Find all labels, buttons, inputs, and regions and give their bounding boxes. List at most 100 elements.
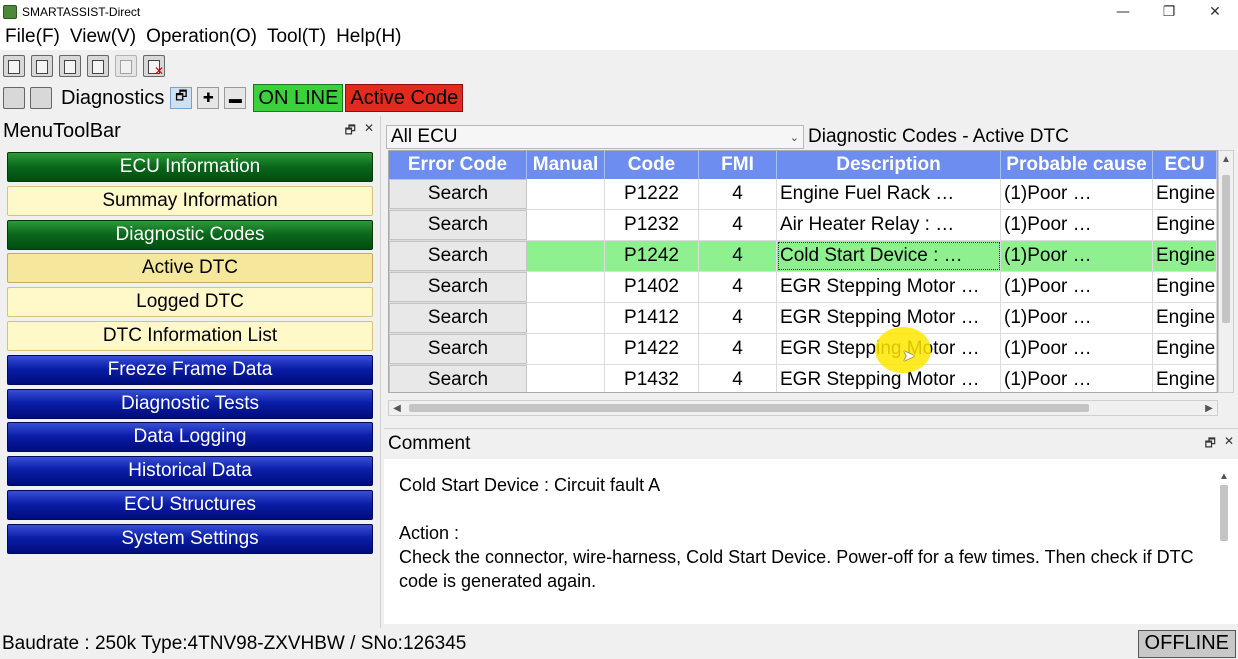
minimize-button[interactable]: — <box>1100 0 1146 24</box>
status-text: Baudrate : 250k Type:4TNV98-ZXVHBW / SNo… <box>2 632 467 654</box>
grid-body: Search P1222 4 Engine Fuel Rack … (1)Poor … E… <box>389 179 1217 392</box>
panel-controls: 🗗 ✕ <box>345 121 374 142</box>
column-header-fmi[interactable]: FMI <box>699 151 777 179</box>
grid-vertical-scrollbar[interactable]: ▲ <box>1218 150 1234 393</box>
cell-ecu: Engine <box>1153 334 1217 364</box>
menu-item-diagnostic-tests[interactable]: Diagnostic Tests <box>7 388 373 419</box>
menu-help[interactable]: Help(H) <box>331 26 406 48</box>
search-button[interactable]: Search <box>389 272 527 302</box>
cell-ecu: Engine <box>1153 272 1217 302</box>
menu-tool[interactable]: Tool(T) <box>262 26 331 48</box>
search-button[interactable]: Search <box>389 210 527 240</box>
app-window: SMARTASSIST-Direct — ❐ ✕ File(F) View(V)… <box>0 0 1238 659</box>
delete-icon[interactable] <box>143 55 165 78</box>
cell-manual <box>527 365 605 392</box>
menu-operation[interactable]: Operation(O) <box>141 26 262 48</box>
scroll-right-icon[interactable]: ▶ <box>1201 401 1217 415</box>
comment-panel: Comment 🗗 ✕ Cold Start Device : Circuit … <box>384 428 1238 624</box>
cell-manual <box>527 241 605 271</box>
grid-horizontal-scrollbar[interactable]: ◀ ▶ <box>388 400 1218 416</box>
table-row[interactable]: Search P1222 4 Engine Fuel Rack … (1)Poor … E… <box>389 179 1217 210</box>
float-panel-icon[interactable]: 🗗 <box>345 121 356 142</box>
table-row[interactable]: Search P1432 4 EGR Stepping Motor … (1)Poor … <box>389 365 1217 392</box>
cell-manual <box>527 179 605 209</box>
cell-cause: (1)Poor … <box>1001 179 1153 209</box>
menu-item-logged-dtc[interactable]: Logged DTC <box>7 287 373 318</box>
cell-code: P1222 <box>605 179 699 209</box>
online-button[interactable]: ON LINE <box>253 84 344 112</box>
menu-item-system-settings[interactable]: System Settings <box>7 523 373 554</box>
cell-ecu: Engine <box>1153 365 1217 392</box>
cell-ecu: Engine <box>1153 241 1217 271</box>
grid-header: Error Code Manual Code FMI Description Probab… <box>389 151 1217 179</box>
active-code-button[interactable]: Active Code <box>345 84 464 112</box>
table-row[interactable]: Search P1242 4 Cold Start Device : … (1)Poor… <box>389 241 1217 272</box>
column-header-manual[interactable]: Manual <box>527 151 605 179</box>
diagnostics-toolbar: Diagnostics 🗗 ✚ ▬ ON LINE Active Code <box>0 82 1238 114</box>
search-button[interactable]: Search <box>389 241 527 271</box>
menu-item-freeze-frame-data[interactable]: Freeze Frame Data <box>7 354 373 385</box>
menu-view[interactable]: View(V) <box>65 26 141 48</box>
restore-button[interactable]: ❐ <box>1146 0 1192 24</box>
search-button[interactable]: Search <box>389 303 527 333</box>
search-button[interactable]: Search <box>389 365 527 392</box>
cell-manual <box>527 272 605 302</box>
menu-file[interactable]: File(F) <box>0 26 65 48</box>
close-panel-icon[interactable]: ✕ <box>364 121 374 142</box>
connect-icon[interactable] <box>115 55 137 77</box>
table-row[interactable]: Search P1402 4 EGR Stepping Motor … (1)Poor … <box>389 272 1217 303</box>
open-file-icon[interactable] <box>3 55 25 77</box>
menu-item-dtc-information-list[interactable]: DTC Information List <box>7 320 373 351</box>
offline-button[interactable]: OFFLINE <box>1137 629 1236 658</box>
cell-cause: (1)Poor … <box>1001 210 1153 240</box>
forward-icon[interactable] <box>30 87 52 109</box>
menu-item-summay-information[interactable]: Summay Information <box>7 185 373 216</box>
cell-fmi: 4 <box>699 334 777 364</box>
new-file-icon[interactable] <box>31 55 53 77</box>
action-text: Check the connector, wire-harness, Cold … <box>399 547 1194 591</box>
search-button[interactable]: Search <box>389 334 527 364</box>
menu-item-diagnostic-codes[interactable]: Diagnostic Codes <box>7 219 373 250</box>
cell-manual <box>527 210 605 240</box>
column-header-description[interactable]: Description <box>777 151 1001 179</box>
cell-ecu: Engine <box>1153 179 1217 209</box>
table-row[interactable]: Search P1412 4 EGR Stepping Motor … (1)Poor … <box>389 303 1217 334</box>
menu-item-data-logging[interactable]: Data Logging <box>7 422 373 453</box>
comment-line: Cold Start Device : Circuit fault A <box>399 475 661 495</box>
menu-item-historical-data[interactable]: Historical Data <box>7 456 373 487</box>
menu-item-ecu-structures[interactable]: ECU Structures <box>7 489 373 520</box>
comment-scroll-thumb[interactable] <box>1220 485 1228 541</box>
back-icon[interactable] <box>3 87 25 109</box>
scroll-up-icon[interactable]: ▲ <box>1219 151 1233 167</box>
ecu-select[interactable]: All ECU ⌄ <box>386 125 804 149</box>
search-button[interactable]: Search <box>389 179 527 209</box>
column-header-code[interactable]: Code <box>605 151 699 179</box>
float-panel-icon[interactable]: 🗗 <box>1205 434 1216 455</box>
window-layout-button[interactable]: 🗗 <box>170 87 193 109</box>
close-panel-icon[interactable]: ✕ <box>1224 434 1234 455</box>
comment-title: Comment <box>388 433 471 454</box>
minus-button[interactable]: ▬ <box>224 87 247 109</box>
table-row[interactable]: Search P1232 4 Air Heater Relay : … (1)Poor … <box>389 210 1217 241</box>
copy-icon[interactable] <box>87 55 109 77</box>
menu-item-ecu-information[interactable]: ECU Information <box>7 152 373 182</box>
scroll-thumb-horizontal[interactable] <box>409 404 1089 412</box>
table-row[interactable]: Search P1422 4 EGR Stepping Motor … (1)Poor … <box>389 334 1217 365</box>
menu-toolbar-panel: MenuToolBar 🗗 ✕ ECU Information Summay In… <box>0 116 381 628</box>
menu-item-active-dtc[interactable]: Active DTC <box>7 253 373 284</box>
cell-desc: EGR Stepping Motor … <box>777 334 1001 364</box>
column-header-error-code[interactable]: Error Code <box>389 151 527 179</box>
comment-panel-controls: 🗗 ✕ <box>1205 434 1234 455</box>
close-button[interactable]: ✕ <box>1192 0 1238 24</box>
ecu-row: All ECU ⌄ Diagnostic Codes - Active DTC <box>386 124 1238 150</box>
column-header-ecu[interactable]: ECU <box>1153 151 1217 179</box>
main-toolbar <box>0 52 1238 80</box>
add-button[interactable]: ✚ <box>197 87 220 109</box>
cell-fmi: 4 <box>699 365 777 392</box>
scroll-up-icon[interactable]: ▲ <box>1216 469 1232 483</box>
save-icon[interactable] <box>59 55 81 77</box>
scroll-left-icon[interactable]: ◀ <box>389 401 405 415</box>
column-header-probable-cause[interactable]: Probable cause <box>1001 151 1153 179</box>
comment-vertical-scrollbar[interactable]: ▲ <box>1216 469 1232 621</box>
scroll-thumb[interactable] <box>1222 175 1230 323</box>
